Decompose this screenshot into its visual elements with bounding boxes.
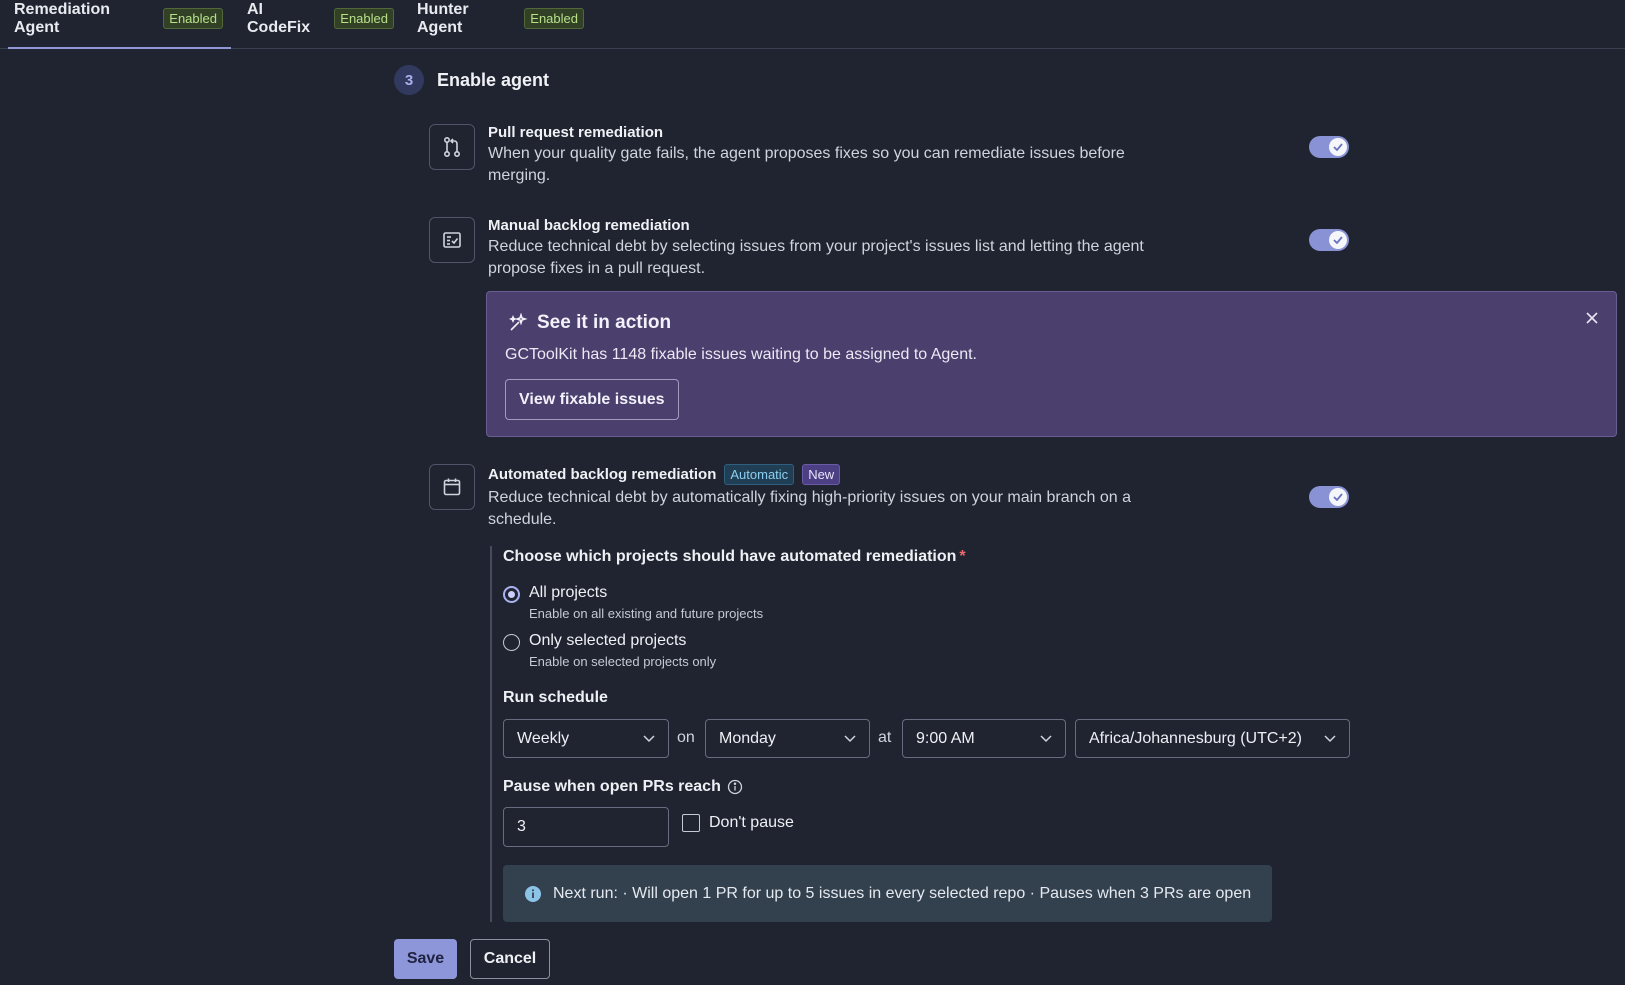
view-fixable-issues-button[interactable]: View fixable issues [505,379,679,420]
feature-pull-request-remediation: Pull request remediation When your quali… [429,124,1188,187]
promo-title-text: See it in action [537,312,672,333]
timezone-value: Africa/Johannesburg (UTC+2) [1089,729,1302,747]
feature-description: Reduce technical debt by automatically f… [488,489,1132,528]
radio-all-projects[interactable]: All projects Enable on all existing and … [503,584,763,621]
new-badge: New [802,464,841,485]
frequency-value: Weekly [517,729,570,747]
tab-ai-codefix[interactable]: AI CodeFix Enabled [231,0,402,37]
radio-button[interactable] [503,634,520,651]
projects-label-text: Choose which projects should have automa… [503,548,957,565]
automated-backlog-remediation-toggle[interactable] [1309,486,1349,508]
pull-request-icon [429,124,475,170]
step-title: Enable agent [437,69,550,90]
sparkle-icon [508,313,528,331]
info-icon [525,885,541,902]
automatic-badge: Automatic [724,464,795,485]
feature-title: Automated backlog remediation Automatic … [488,464,1188,485]
promo-title: See it in action [508,312,671,334]
radio-sublabel: Enable on selected projects only [529,654,717,669]
day-select[interactable]: Monday [705,719,870,758]
checklist-icon [429,217,475,263]
check-icon [1329,138,1347,156]
on-text: on [677,729,695,746]
radio-label: Only selected projects [529,632,687,649]
feature-automated-backlog-remediation: Automated backlog remediation Automatic … [429,464,1188,531]
time-select[interactable]: 9:00 AM [902,719,1066,758]
check-icon [1329,488,1347,506]
at-text: at [878,729,892,746]
dont-pause-checkbox-row[interactable]: Don't pause [682,814,794,832]
status-badge: Enabled [334,8,394,29]
manual-backlog-remediation-toggle[interactable] [1309,229,1349,251]
status-badge: Enabled [524,8,584,29]
chevron-down-icon [1040,734,1052,742]
calendar-icon [429,464,475,510]
feature-title: Manual backlog remediation [488,217,690,234]
pause-label-text: Pause when open PRs reach [503,778,721,795]
next-run-text: Next run: · Will open 1 PR for up to 5 i… [553,884,1252,902]
see-it-in-action-banner: See it in action GCToolKit has 1148 fixa… [486,291,1617,437]
radio-only-selected-projects[interactable]: Only selected projects Enable on selecte… [503,632,716,669]
tab-hunter-agent[interactable]: Hunter Agent Enabled [402,0,592,37]
dont-pause-label: Don't pause [709,814,794,831]
radio-label: All projects [529,584,608,601]
chevron-down-icon [1324,734,1336,742]
run-schedule-label: Run schedule [503,689,608,706]
frequency-select[interactable]: Weekly [503,719,669,758]
tab-label: Hunter Agent [417,0,469,36]
radio-sublabel: Enable on all existing and future projec… [529,606,764,621]
feature-title-text: Automated backlog remediation [488,466,717,483]
tab-label: AI CodeFix [247,0,311,36]
info-icon[interactable] [727,779,743,795]
day-value: Monday [719,729,776,747]
promo-text: GCToolKit has 1148 fixable issues waitin… [505,346,977,363]
step-number: 3 [394,65,424,95]
time-value: 9:00 AM [916,729,975,747]
pause-label: Pause when open PRs reach [503,778,743,796]
status-badge: Enabled [163,8,223,29]
save-button[interactable]: Save [394,939,457,979]
projects-label: Choose which projects should have automa… [503,548,966,566]
chevron-down-icon [643,734,655,742]
cancel-button[interactable]: Cancel [470,939,550,979]
tab-label: Remediation Agent [14,0,111,36]
agent-tabs: Remediation Agent Enabled AI CodeFix Ena… [0,0,1625,49]
chevron-down-icon [844,734,856,742]
close-icon[interactable] [1585,311,1599,330]
pause-threshold-input[interactable] [503,807,669,847]
step-header: 3 Enable agent [394,65,549,95]
tab-remediation-agent[interactable]: Remediation Agent Enabled [0,0,231,49]
timezone-select[interactable]: Africa/Johannesburg (UTC+2) [1075,719,1350,758]
pull-request-remediation-toggle[interactable] [1309,136,1349,158]
feature-description: When your quality gate fails, the agent … [488,145,1125,184]
feature-description: Reduce technical debt by selecting issue… [488,238,1144,277]
next-run-info: Next run: · Will open 1 PR for up to 5 i… [503,865,1272,922]
subpanel-divider [490,546,492,922]
radio-button[interactable] [503,586,520,603]
feature-manual-backlog-remediation: Manual backlog remediation Reduce techni… [429,217,1188,280]
dont-pause-checkbox[interactable] [682,814,700,832]
check-icon [1329,231,1347,249]
feature-title: Pull request remediation [488,124,664,141]
required-mark: * [959,548,966,565]
